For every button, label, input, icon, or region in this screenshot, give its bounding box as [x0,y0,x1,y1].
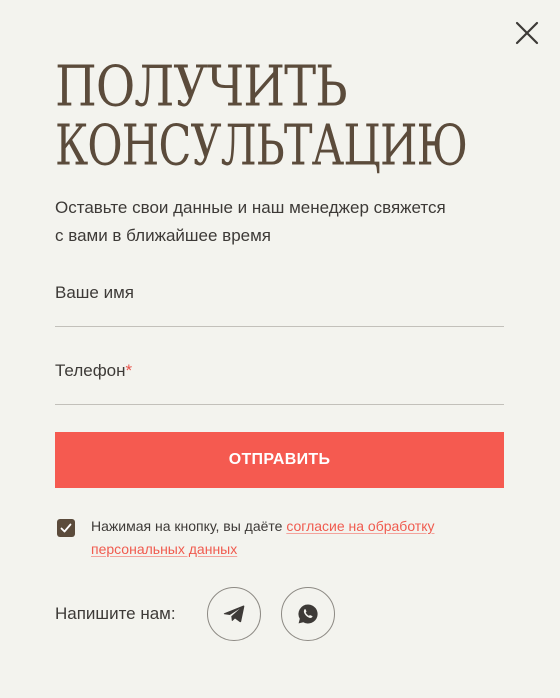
phone-field-label: Телефон* [55,361,132,381]
submit-button[interactable]: ОТПРАВИТЬ [55,432,504,488]
whatsapp-button[interactable] [281,587,335,641]
modal-title: Получить консультацию [55,58,534,176]
checkmark-icon [60,523,72,533]
phone-field[interactable]: Телефон* [55,356,504,405]
close-button[interactable] [514,20,540,46]
subtitle-line-2: с вами в ближайшее время [55,226,271,245]
consent-checkbox[interactable] [57,519,75,537]
name-field[interactable]: Ваше имя [55,278,504,327]
consent-prefix: Нажимая на кнопку, вы даёте [91,518,287,534]
consent-text: Нажимая на кнопку, вы даёте согласие на … [91,515,495,561]
whatsapp-icon [298,604,318,624]
contact-label: Напишите нам: [55,604,176,623]
close-icon [515,21,539,45]
phone-label-text: Телефон [55,361,126,380]
telegram-icon [223,605,245,623]
telegram-button[interactable] [207,587,261,641]
subtitle-line-1: Оставьте свои данные и наш менеджер свяж… [55,198,446,217]
title-line-2: консультацию [55,112,468,179]
required-asterisk: * [125,361,133,380]
modal-subtitle: Оставьте свои данные и наш менеджер свяж… [55,194,505,250]
name-field-label: Ваше имя [55,283,134,302]
